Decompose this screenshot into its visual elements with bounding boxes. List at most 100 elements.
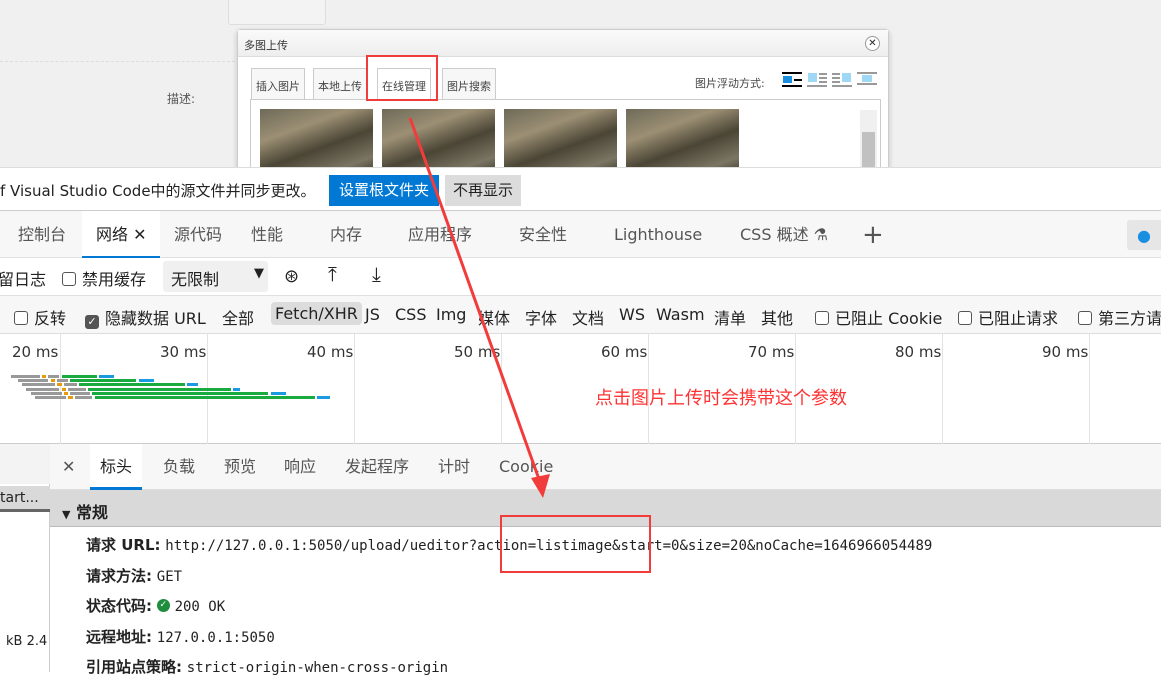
close-icon[interactable]: ✕	[133, 225, 146, 244]
tab-local-upload[interactable]: 本地上传	[313, 68, 367, 99]
row-label: 请求 URL:	[86, 536, 161, 554]
image-thumbnail[interactable]	[504, 109, 617, 167]
notification-text: f Visual Studio Code中的源文件并同步更改。	[0, 182, 316, 200]
blocked-requests-checkbox[interactable]: 已阻止请求	[958, 305, 1058, 329]
third-party-label: 第三方请	[1098, 309, 1161, 328]
tab-application[interactable]: 应用程序	[408, 211, 472, 259]
tick-label: 80 ms	[895, 343, 942, 361]
image-thumbnail[interactable]	[382, 109, 495, 167]
tab-insert-image[interactable]: 插入图片	[251, 68, 305, 99]
filter-other[interactable]: 其他	[761, 305, 793, 329]
waterfall-segment	[70, 379, 137, 383]
tick-label: 50 ms	[454, 343, 501, 361]
image-thumbnail[interactable]	[260, 109, 373, 167]
waterfall-segment	[79, 383, 185, 387]
tab-initiator[interactable]: 发起程序	[345, 444, 409, 490]
float-label: 图片浮动方式:	[695, 77, 765, 90]
network-timeline[interactable]: 20 ms 30 ms 40 ms 50 ms 60 ms 70 ms 80 m…	[0, 334, 1161, 444]
waterfall-segment	[63, 383, 77, 387]
network-conditions-icon[interactable]: ⊛	[284, 266, 299, 287]
import-har-icon[interactable]: ⤒	[328, 262, 337, 286]
waterfall-segment	[99, 375, 115, 378]
waterfall-segment	[94, 396, 315, 399]
divider	[0, 61, 240, 62]
blocked-cookies-checkbox[interactable]: 已阻止 Cookie	[815, 305, 942, 329]
tab-payload[interactable]: 负载	[163, 444, 195, 490]
feedback-icon[interactable]: ●	[1127, 220, 1161, 250]
gridline	[1089, 334, 1090, 444]
blocked-cookies-label: 已阻止 Cookie	[835, 309, 943, 328]
waterfall-segment	[187, 383, 198, 387]
row-value: 200 OK	[174, 599, 226, 615]
gridline	[501, 334, 502, 444]
filter-js[interactable]: JS	[365, 305, 380, 324]
export-har-icon[interactable]: ⤓	[372, 262, 381, 286]
filter-manifest[interactable]: 清单	[714, 305, 746, 329]
tab-network[interactable]: 网络 ✕	[82, 211, 160, 259]
tab-cookies[interactable]: Cookie	[499, 444, 553, 490]
highlight-box	[366, 55, 438, 101]
gridline	[354, 334, 355, 444]
float-left-icon[interactable]	[807, 72, 827, 87]
tab-response[interactable]: 响应	[284, 444, 316, 490]
status-code-row: 状态代码: ✓ 200 OK	[86, 595, 225, 616]
tab-css-overview[interactable]: CSS 概述 ⚗	[740, 211, 828, 259]
tab-sources[interactable]: 源代码	[174, 211, 222, 259]
throttle-value: 无限制	[171, 270, 220, 289]
set-root-folder-button[interactable]: 设置根文件夹	[329, 175, 439, 206]
tick-label: 40 ms	[307, 343, 354, 361]
dont-show-again-button[interactable]: 不再显示	[445, 175, 521, 206]
waterfall-segment	[30, 391, 62, 395]
scrollbar[interactable]	[860, 110, 877, 167]
details-tabbar: ✕ 标头 负载 预览 响应 发起程序 计时 Cookie	[50, 444, 1161, 490]
preserve-log-label[interactable]: 留日志	[0, 266, 46, 290]
waterfall-segment	[57, 383, 62, 387]
tab-lighthouse[interactable]: Lighthouse	[614, 211, 702, 259]
third-party-checkbox[interactable]: 第三方请	[1078, 305, 1161, 329]
disable-cache-label: 禁用缓存	[82, 270, 147, 289]
disable-cache-checkbox[interactable]: 禁用缓存	[62, 266, 146, 290]
waterfall-segment	[61, 387, 66, 391]
filter-fetch-xhr[interactable]: Fetch/XHR	[271, 302, 362, 325]
remote-address-row: 远程地址: 127.0.0.1:5050	[86, 626, 275, 647]
hide-data-url-label: 隐藏数据 URL	[105, 309, 206, 328]
request-row-selected[interactable]: tart...	[0, 486, 50, 512]
float-center-icon[interactable]	[857, 72, 877, 87]
float-none-icon[interactable]	[782, 72, 802, 87]
filter-doc[interactable]: 文档	[572, 305, 604, 329]
tab-timing[interactable]: 计时	[438, 444, 470, 490]
tab-headers[interactable]: 标头	[90, 444, 143, 490]
filter-img[interactable]: Img	[436, 305, 466, 324]
filter-wasm[interactable]: Wasm	[656, 305, 705, 324]
throttle-select[interactable]: 无限制 ▼	[163, 261, 268, 292]
close-icon[interactable]: ✕	[62, 444, 75, 490]
filter-all[interactable]: 全部	[222, 305, 254, 329]
waterfall-segment	[41, 375, 47, 378]
devtools-tabbar: 控制台 网络 ✕ 源代码 性能 内存 应用程序 安全性 Lighthouse C…	[0, 210, 1161, 259]
filter-font[interactable]: 字体	[525, 305, 557, 329]
tab-memory[interactable]: 内存	[330, 211, 362, 259]
hide-data-url-checkbox[interactable]: ✓ 隐藏数据 URL	[85, 305, 206, 329]
add-tab-icon[interactable]: +	[862, 211, 884, 259]
tab-performance[interactable]: 性能	[251, 211, 283, 259]
waterfall-segment	[68, 387, 86, 391]
waterfall-segment	[22, 383, 55, 387]
close-icon[interactable]: ✕	[865, 36, 880, 51]
waterfall-segment	[70, 391, 91, 395]
tab-security[interactable]: 安全性	[519, 211, 567, 259]
filter-ws[interactable]: WS	[619, 305, 645, 324]
filter-media[interactable]: 媒体	[478, 305, 510, 329]
tab-console[interactable]: 控制台	[18, 211, 66, 259]
filter-css[interactable]: CSS	[395, 305, 426, 324]
tab-image-search[interactable]: 图片搜索	[442, 68, 496, 99]
float-right-icon[interactable]	[832, 72, 852, 87]
waterfall-segment	[316, 396, 330, 399]
waterfall-segment	[26, 387, 60, 391]
filter-bar: 反转 ✓ 隐藏数据 URL 全部 Fetch/XHR JS CSS Img 媒体 …	[0, 296, 1161, 334]
tab-preview[interactable]: 预览	[224, 444, 256, 490]
upload-box[interactable]	[228, 0, 326, 25]
checkbox[interactable]	[62, 272, 76, 286]
invert-checkbox[interactable]: 反转	[14, 305, 66, 329]
image-thumbnail[interactable]	[626, 109, 739, 167]
referrer-policy-row: 引用站点策略: strict-origin-when-cross-origin	[86, 656, 448, 677]
